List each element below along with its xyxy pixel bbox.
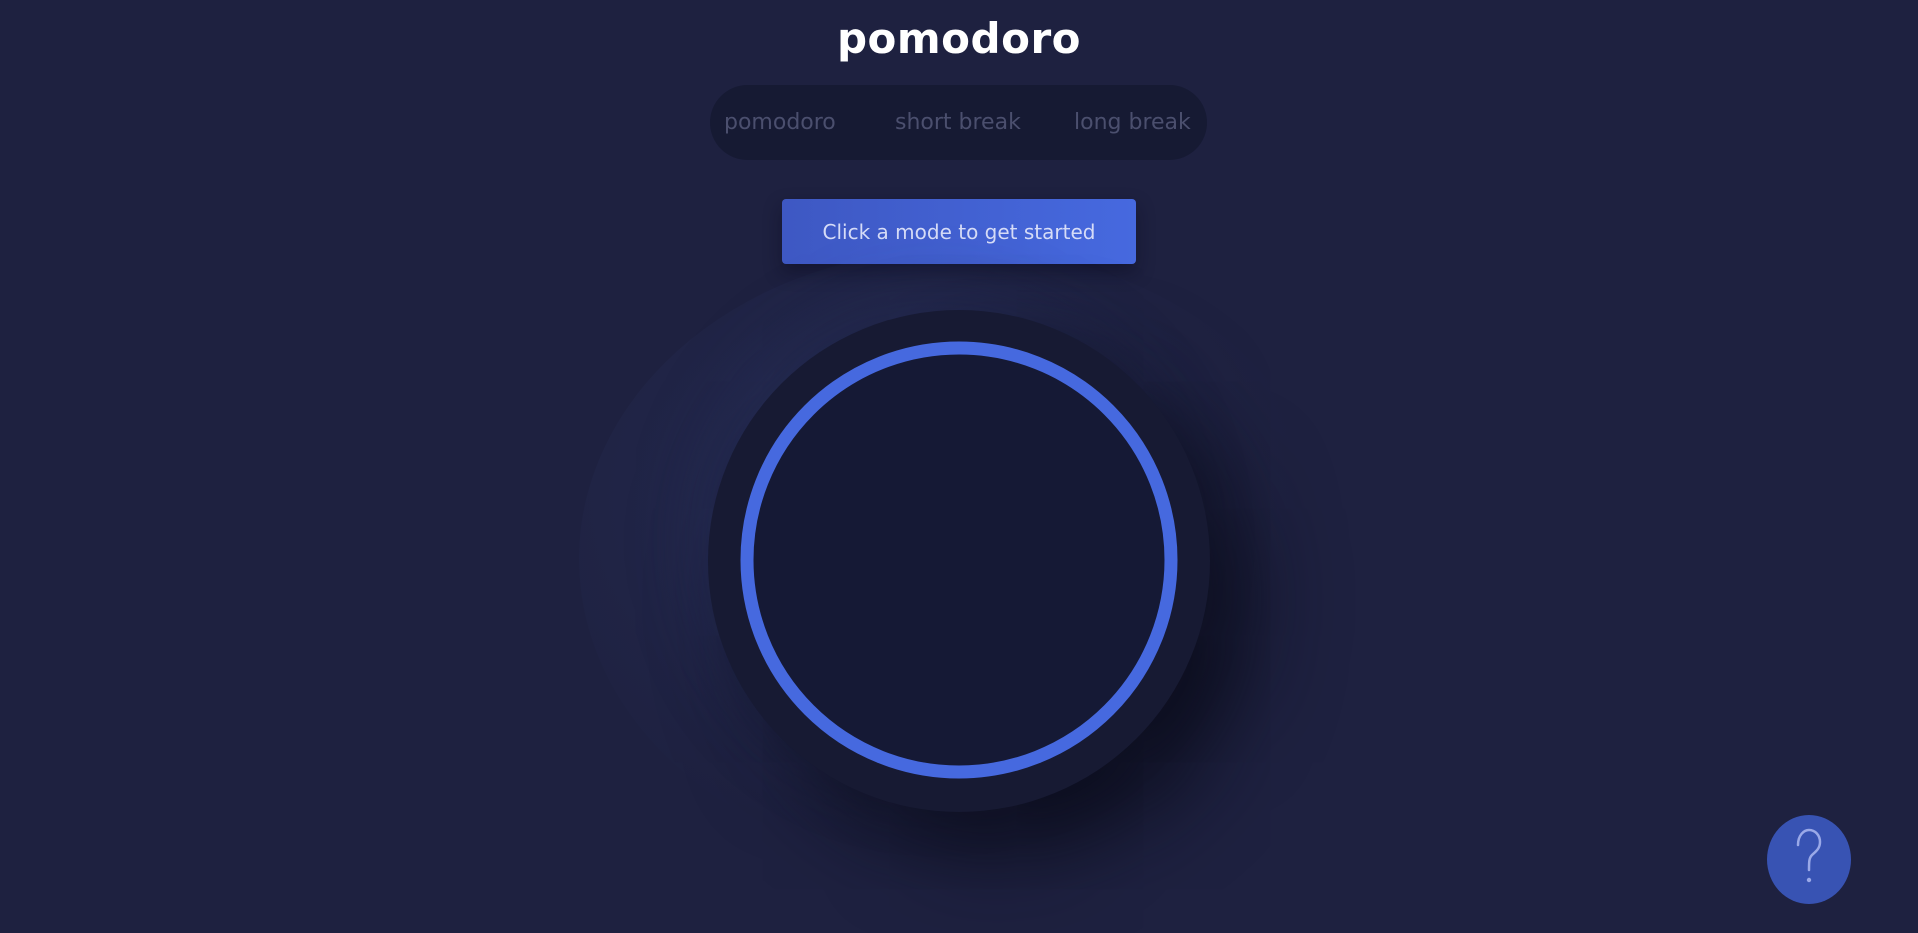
timer-inner-face — [753, 354, 1165, 766]
tab-short-break[interactable]: short break — [895, 85, 1021, 160]
get-started-button[interactable]: Click a mode to get started — [782, 199, 1136, 264]
tab-long-break[interactable]: long break — [1074, 85, 1191, 160]
mode-tabs: pomodoro short break long break — [710, 85, 1207, 160]
help-button[interactable] — [1767, 815, 1851, 904]
tab-pomodoro[interactable]: pomodoro — [724, 85, 836, 160]
page-title: pomodoro — [836, 14, 1082, 63]
question-mark-icon — [1796, 828, 1822, 883]
timer-progress-ring — [740, 341, 1178, 779]
